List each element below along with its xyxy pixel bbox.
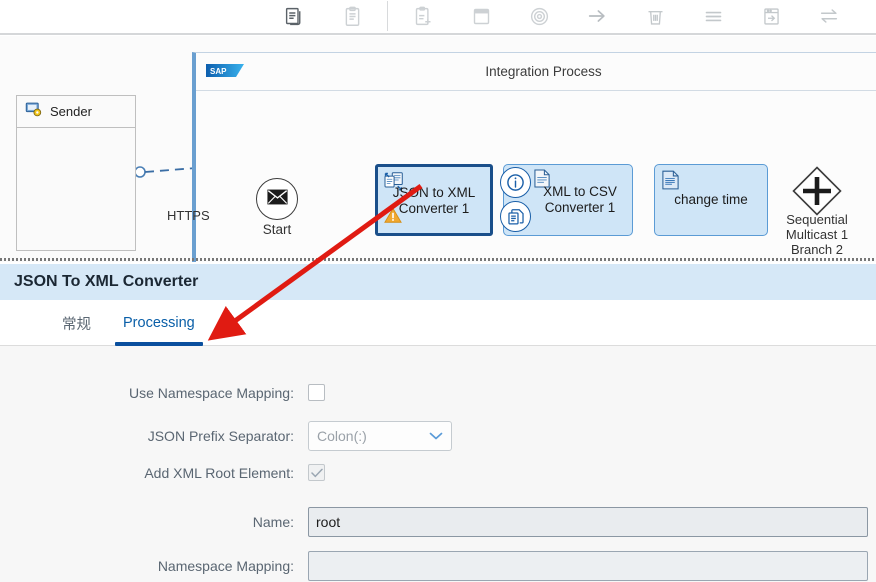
checkmark-icon (311, 468, 323, 478)
canvas-resize-handle[interactable] (0, 258, 876, 261)
form-row-namespace-mapping: Namespace Mapping: (0, 551, 876, 581)
start-event-shape[interactable] (256, 178, 298, 220)
message-flow-label: HTTPS (167, 208, 210, 223)
properties-panel-header: JSON To XML Converter (0, 264, 876, 300)
message-start-event-icon (267, 189, 288, 210)
pool-title: Integration Process (196, 64, 876, 79)
add-task-icon[interactable] (394, 0, 452, 32)
name-input-value: root (316, 514, 340, 530)
change-time-label: change time (655, 192, 767, 208)
use-namespace-mapping-label: Use Namespace Mapping: (0, 385, 308, 401)
change-time-shape[interactable]: change time (654, 164, 768, 236)
json-prefix-separator-value: Colon(:) (317, 428, 367, 444)
form-row-json-prefix-separator: JSON Prefix Separator: Colon(:) (0, 421, 876, 451)
form-row-name: Name: root (0, 507, 876, 537)
end-event-icon[interactable] (510, 0, 568, 32)
sender-system-icon (25, 101, 42, 123)
application-window: Sender SAP (0, 0, 876, 582)
name-label: Name: (0, 514, 308, 530)
chevron-down-icon (429, 428, 443, 444)
info-icon[interactable] (500, 167, 531, 198)
add-xml-root-element-label: Add XML Root Element: (0, 465, 308, 481)
export-icon[interactable] (742, 0, 800, 32)
use-namespace-mapping-checkbox[interactable] (308, 384, 325, 401)
sequential-multicast-gateway-shape[interactable] (792, 166, 842, 216)
processing-form: Use Namespace Mapping: JSON Prefix Separ… (0, 346, 876, 582)
properties-tabbar: 常规 Processing (0, 300, 876, 346)
copy-icon[interactable] (265, 0, 323, 32)
exchange-icon[interactable] (800, 0, 858, 32)
trash-icon[interactable] (626, 0, 684, 32)
sender-header: Sender (17, 96, 135, 128)
copy-shape-icon[interactable] (500, 201, 531, 232)
save-icon[interactable] (452, 0, 510, 32)
start-event-label: Start (236, 222, 318, 237)
form-row-add-xml-root-element: Add XML Root Element: (0, 464, 876, 481)
sender-participant[interactable]: Sender (16, 95, 136, 251)
pool-header: SAP Integration Process (196, 53, 876, 91)
json-to-xml-converter-shape[interactable]: JSON to XML Converter 1 (375, 164, 493, 236)
page-title: JSON To XML Converter (14, 273, 198, 291)
paste-icon[interactable] (323, 0, 381, 32)
namespace-mapping-label: Namespace Mapping: (0, 558, 308, 574)
tab-general[interactable]: 常规 (46, 300, 107, 346)
process-diagram-canvas[interactable]: Sender SAP (0, 36, 876, 262)
namespace-mapping-input[interactable] (308, 551, 868, 581)
toolbar-divider (0, 33, 876, 35)
menu-icon[interactable] (684, 0, 742, 32)
warning-triangle-icon[interactable] (384, 207, 402, 229)
toolbar (0, 0, 876, 32)
gateway-label: Sequential Multicast 1 Branch 2 (760, 212, 874, 257)
tab-processing[interactable]: Processing (107, 300, 211, 346)
form-row-use-namespace-mapping: Use Namespace Mapping: (0, 384, 876, 401)
json-prefix-separator-select[interactable]: Colon(:) (308, 421, 452, 451)
arrow-right-icon[interactable] (568, 0, 626, 32)
name-input[interactable]: root (308, 507, 868, 537)
parallel-multicast-gateway-icon (792, 166, 842, 216)
add-xml-root-element-checkbox[interactable] (308, 464, 325, 481)
toolbar-separator (387, 1, 388, 31)
sender-label: Sender (50, 104, 92, 119)
json-prefix-separator-label: JSON Prefix Separator: (0, 428, 308, 444)
toolbar-icon-group (265, 0, 858, 32)
